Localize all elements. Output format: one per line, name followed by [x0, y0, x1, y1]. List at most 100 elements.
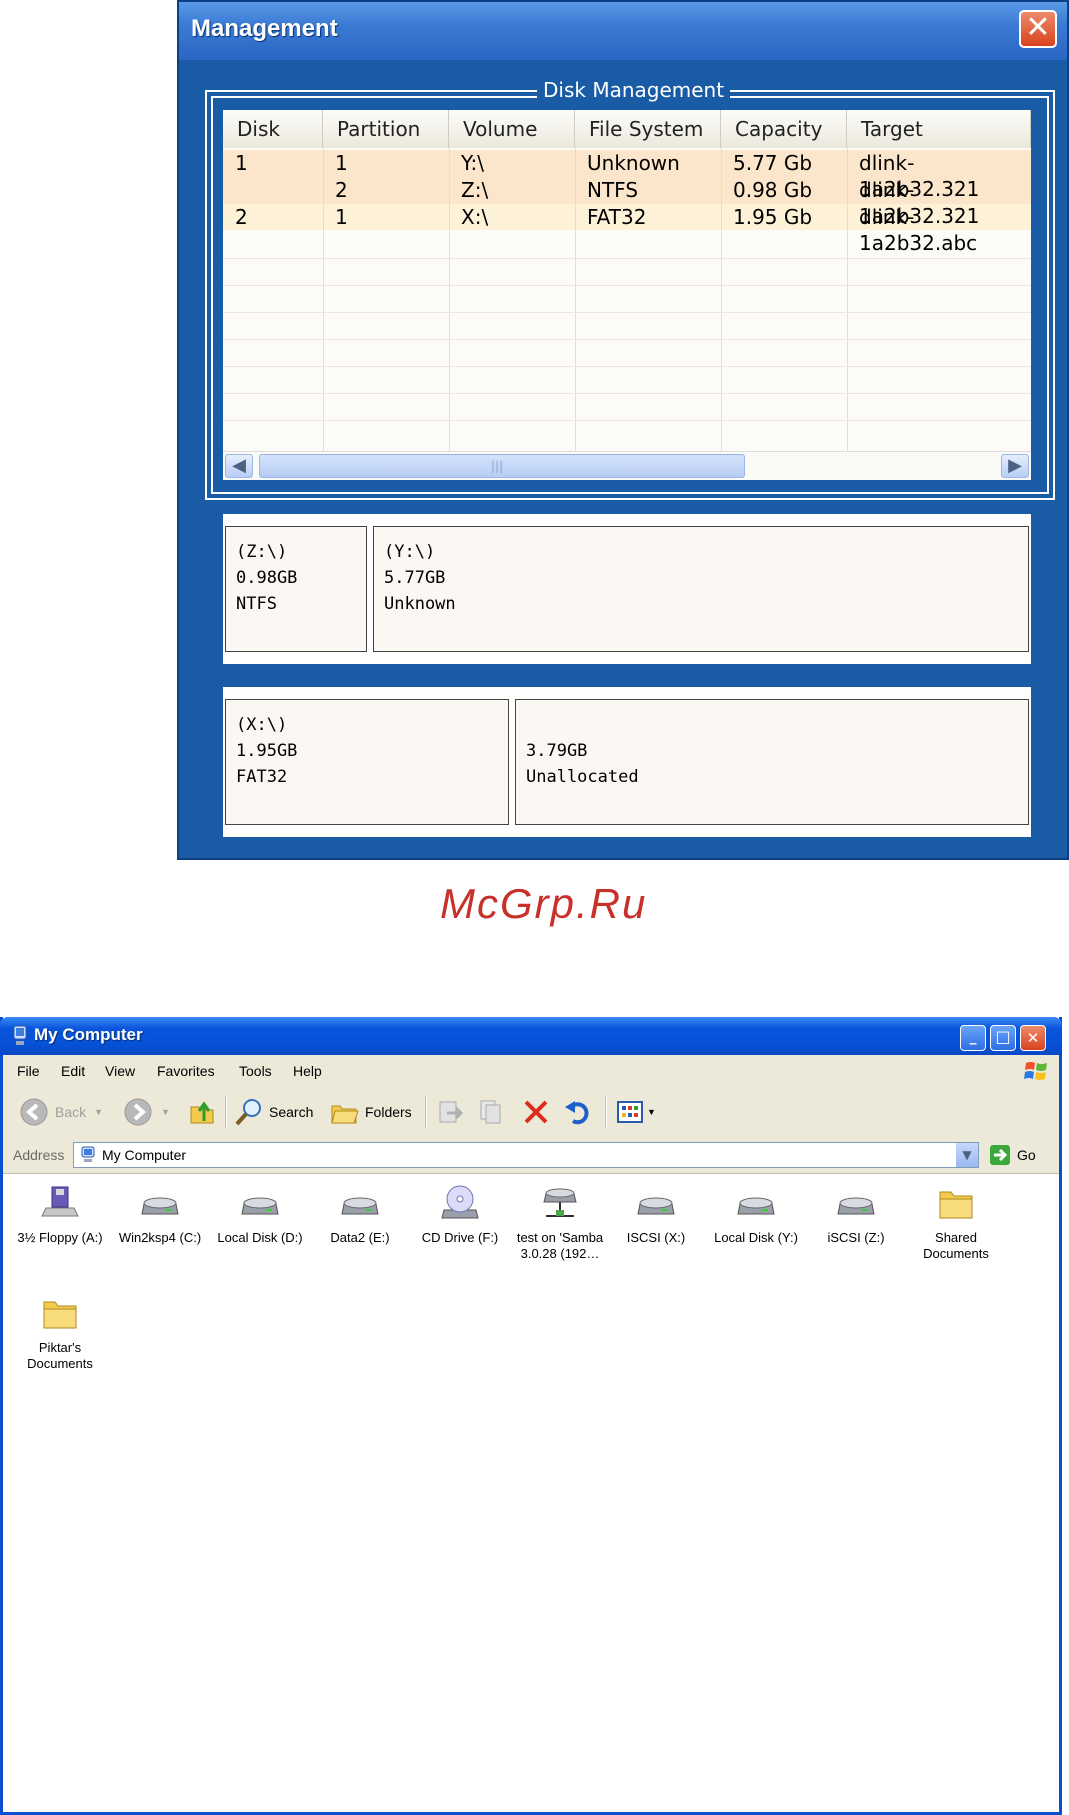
group-title: Disk Management: [537, 78, 731, 102]
delete-button[interactable]: [521, 1095, 551, 1129]
menu-tools[interactable]: Tools: [239, 1063, 272, 1079]
disk-table: Disk Partition Volume File System Capaci…: [223, 110, 1031, 480]
cell-capacity: 0.98 Gb: [733, 178, 813, 202]
go-button[interactable]: Go: [989, 1143, 1036, 1167]
management-title-bar[interactable]: Management ✕: [179, 2, 1067, 60]
column-header-target[interactable]: Target: [847, 110, 1031, 148]
list-item[interactable]: ISCSI (X:): [608, 1184, 704, 1246]
partition-block[interactable]: (X:\) 1.95GB FAT32: [225, 699, 509, 825]
chevron-left-icon: ◀: [232, 455, 246, 476]
partition-block[interactable]: (Y:\) 5.77GB Unknown: [373, 526, 1029, 652]
item-label: CD Drive (F:): [421, 1230, 499, 1245]
close-icon: ✕: [1026, 1029, 1040, 1047]
watermark: McGrp.Ru: [440, 880, 648, 927]
menu-favorites[interactable]: Favorites: [157, 1063, 215, 1079]
drive-icon: [141, 1197, 179, 1215]
partition-block[interactable]: (Z:\) 0.98GB NTFS: [225, 526, 367, 652]
cell-disk: 2: [235, 205, 248, 229]
move-to-button[interactable]: [435, 1095, 465, 1129]
title-bar[interactable]: My Computer _ □ ✕: [0, 1017, 1062, 1055]
disk-2-layout: (X:\) 1.95GB FAT32 3.79GB Unallocated: [223, 687, 1031, 837]
list-item[interactable]: Win2ksp4 (C:): [112, 1184, 208, 1246]
list-item[interactable]: CD Drive (F:): [412, 1184, 508, 1246]
cell-partition: 2: [335, 178, 348, 202]
chevron-down-icon: ▼: [647, 1107, 656, 1117]
cell-target: dlink-1a2b32.321: [859, 151, 980, 201]
cell-capacity: 5.77 Gb: [733, 151, 813, 175]
delete-icon: [524, 1100, 548, 1124]
menu-help[interactable]: Help: [293, 1063, 322, 1079]
cell-volume: Z:\: [461, 178, 489, 202]
address-bar: Address My Computer ▼ Go: [3, 1137, 1059, 1174]
address-input[interactable]: My Computer ▼: [73, 1142, 979, 1168]
my-computer-window: My Computer _ □ ✕ File Edit View Favorit…: [0, 1017, 1062, 1815]
drive-icon: [737, 1197, 775, 1215]
cell-partition: 1: [335, 205, 348, 229]
column-header-capacity[interactable]: Capacity: [721, 110, 847, 148]
list-item[interactable]: Local Disk (Y:): [708, 1184, 804, 1246]
horizontal-scrollbar[interactable]: ◀ ||| ▶: [223, 451, 1031, 480]
views-button[interactable]: ▼: [615, 1095, 656, 1129]
menu-view[interactable]: View: [105, 1063, 135, 1079]
address-dropdown-button[interactable]: ▼: [956, 1143, 978, 1167]
views-icon: [617, 1101, 643, 1123]
scroll-thumb[interactable]: |||: [259, 454, 745, 478]
chevron-down-icon: ▼: [161, 1107, 170, 1117]
menu-edit[interactable]: Edit: [61, 1063, 85, 1079]
cell-file-system: FAT32: [587, 205, 647, 229]
computer-icon: [81, 1146, 95, 1162]
copy-to-icon: [480, 1100, 501, 1124]
column-header-file-system[interactable]: File System: [575, 110, 721, 148]
column-header-partition[interactable]: Partition: [323, 110, 449, 148]
scroll-right-button[interactable]: ▶: [1001, 454, 1029, 478]
folders-button[interactable]: Folders: [329, 1095, 412, 1129]
cell-disk: 1: [235, 151, 248, 175]
back-button[interactable]: Back ▼: [19, 1095, 103, 1129]
list-item[interactable]: 3½ Floppy (A:): [12, 1184, 108, 1246]
forward-button[interactable]: ▼: [123, 1095, 170, 1129]
scroll-left-button[interactable]: ◀: [225, 454, 253, 478]
folder-icon: [939, 1191, 973, 1219]
item-label: iSCSI (Z:): [827, 1230, 885, 1245]
maximize-button[interactable]: □: [990, 1025, 1016, 1051]
minimize-icon: _: [969, 1029, 977, 1045]
cd-drive-icon: [441, 1185, 479, 1219]
list-item[interactable]: test on 'Samba 3.0.28 (192…: [512, 1184, 608, 1262]
list-item[interactable]: Shared Documents: [908, 1184, 1004, 1262]
management-window: Management ✕ Disk Management Disk Partit…: [177, 0, 1069, 860]
move-to-icon: [439, 1101, 464, 1123]
search-button[interactable]: Search: [233, 1095, 313, 1129]
column-header-volume[interactable]: Volume: [449, 110, 575, 148]
minimize-button[interactable]: _: [960, 1025, 986, 1051]
menu-bar: File Edit View Favorites Tools Help: [3, 1055, 1059, 1088]
item-label: Piktar's Documents: [27, 1340, 93, 1371]
chevron-down-icon: ▼: [962, 1148, 972, 1162]
copy-to-button[interactable]: [477, 1095, 507, 1129]
list-item[interactable]: Local Disk (D:): [212, 1184, 308, 1246]
cell-target: dlink-1a2b32.321: [859, 178, 980, 228]
item-label: ISCSI (X:): [626, 1230, 686, 1245]
cell-file-system: Unknown: [587, 151, 680, 175]
forward-arrow-icon: [124, 1098, 152, 1126]
list-item[interactable]: iSCSI (Z:): [808, 1184, 904, 1246]
chevron-right-icon: ▶: [1008, 455, 1022, 476]
undo-button[interactable]: [563, 1095, 593, 1129]
unallocated-block[interactable]: 3.79GB Unallocated: [515, 699, 1029, 825]
file-view: 3½ Floppy (A:) Win2ksp4 (C:) Local Disk …: [3, 1174, 1059, 1812]
partition-size: 0.98GB: [236, 568, 298, 588]
list-item[interactable]: Data2 (E:): [312, 1184, 408, 1246]
close-button[interactable]: ✕: [1019, 10, 1057, 48]
close-button[interactable]: ✕: [1020, 1025, 1046, 1051]
column-header-disk[interactable]: Disk: [223, 110, 323, 148]
search-icon: [235, 1099, 261, 1126]
grip-icon: |||: [491, 459, 504, 473]
list-item[interactable]: Piktar's Documents: [12, 1294, 108, 1372]
item-label: Shared Documents: [923, 1230, 989, 1261]
cell-target: dlink-1a2b32.abc: [859, 205, 978, 255]
partition-volume: [526, 712, 1018, 738]
menu-file[interactable]: File: [17, 1063, 40, 1079]
folder-icon: [43, 1301, 77, 1329]
address-value: My Computer: [102, 1147, 187, 1163]
partition-volume: (X:\): [236, 715, 288, 735]
up-folder-button[interactable]: [187, 1095, 217, 1129]
